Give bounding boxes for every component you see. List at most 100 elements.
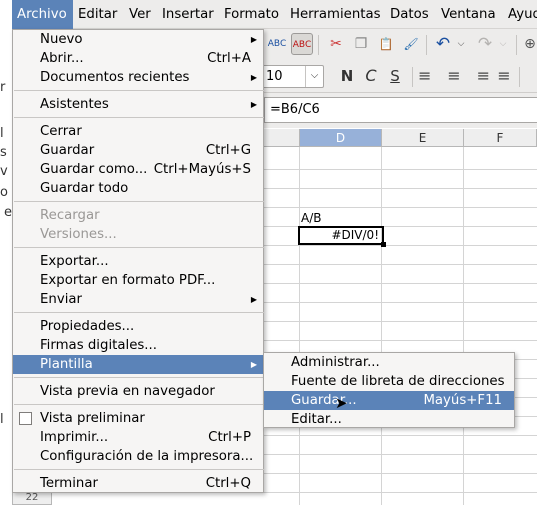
- submenu-item-guardar[interactable]: Guardar... Mayús+F11: [264, 391, 514, 410]
- shortcut-label: Ctrl+Q: [205, 476, 251, 491]
- undo-dropdown-icon[interactable]: ⌵: [455, 33, 467, 55]
- partial-text: s: [0, 145, 7, 160]
- partial-text: l: [0, 126, 4, 141]
- fill-handle[interactable]: [381, 242, 386, 247]
- menu-item-guardar[interactable]: Guardar Ctrl+G: [13, 141, 263, 160]
- submenu-item-editar[interactable]: Editar...: [264, 410, 514, 429]
- menu-item-abrir[interactable]: Abrir... Ctrl+A: [13, 49, 263, 68]
- toolbar-separator: [412, 67, 413, 87]
- undo-icon[interactable]: ↶: [432, 33, 454, 55]
- menu-item-label: Vista previa en navegador: [40, 384, 215, 399]
- spellcheck-icon[interactable]: ABC: [266, 33, 288, 55]
- menu-herramientas[interactable]: Herramientas: [284, 0, 387, 29]
- copy-icon[interactable]: ❐: [350, 33, 372, 55]
- autospellcheck-icon[interactable]: ABC: [291, 33, 313, 55]
- menu-item-asistentes[interactable]: Asistentes ▶: [13, 95, 263, 114]
- menu-insertar[interactable]: Insertar: [156, 0, 220, 29]
- submenu-item-fuente-libreta[interactable]: Fuente de libreta de direcciones: [264, 372, 514, 391]
- menu-ver[interactable]: Ver: [123, 0, 157, 29]
- toolbar-separator: [426, 35, 427, 55]
- menu-item-plantilla[interactable]: Plantilla ▶: [13, 355, 263, 374]
- submenu-arrow-icon: ▶: [250, 73, 257, 82]
- column-header-e[interactable]: E: [382, 129, 464, 147]
- menu-item-guardar-todo[interactable]: Guardar todo: [13, 179, 263, 198]
- menu-separator: [14, 201, 264, 202]
- menu-separator: [14, 247, 264, 248]
- menu-item-documentos-recientes[interactable]: Documentos recientes ▶: [13, 68, 263, 87]
- menu-item-label: Guardar: [40, 143, 95, 158]
- clone-formatting-icon[interactable]: 🖌: [400, 33, 422, 55]
- menu-item-label: Configuración de la impresora...: [40, 449, 254, 464]
- menu-item-enviar[interactable]: Enviar ▶: [13, 290, 263, 309]
- align-left-icon[interactable]: ≡: [418, 65, 440, 87]
- menu-item-terminar[interactable]: Terminar Ctrl+Q: [13, 474, 263, 493]
- grid-line: [264, 207, 537, 208]
- grid-line: [299, 147, 300, 505]
- shortcut-label: Mayús+F11: [423, 393, 502, 408]
- grid-line: [264, 283, 537, 284]
- menu-separator: [14, 117, 264, 118]
- menu-item-vista-previa-navegador[interactable]: Vista previa en navegador: [13, 382, 263, 401]
- align-right-icon[interactable]: ≡: [468, 65, 490, 87]
- checkbox-icon[interactable]: [19, 412, 32, 425]
- menu-item-imprimir[interactable]: Imprimir... Ctrl+P: [13, 428, 263, 447]
- menu-item-cerrar[interactable]: Cerrar: [13, 122, 263, 141]
- cell-d5[interactable]: A/B: [301, 211, 321, 225]
- cell-d6-selected[interactable]: #DIV/0!: [298, 226, 386, 247]
- underline-icon[interactable]: S: [384, 65, 406, 87]
- font-size-value: 10: [266, 69, 283, 84]
- submenu-item-administrar[interactable]: Administrar...: [264, 353, 514, 372]
- menu-item-label: Enviar: [40, 292, 83, 307]
- row-header-22[interactable]: 22: [12, 491, 52, 505]
- menu-archivo[interactable]: Archivo: [11, 0, 73, 29]
- grid-line: [381, 147, 382, 505]
- submenu-arrow-icon: ▶: [250, 35, 257, 44]
- menu-item-guardar-como[interactable]: Guardar como... Ctrl+Mayús+S: [13, 160, 263, 179]
- menu-datos[interactable]: Datos: [384, 0, 435, 29]
- menu-item-label: Recargar: [40, 208, 100, 223]
- menu-ayuda[interactable]: Ayuda: [502, 0, 537, 29]
- menu-item-exportar-pdf[interactable]: Exportar en formato PDF...: [13, 271, 263, 290]
- menu-item-vista-preliminar[interactable]: Vista preliminar: [13, 409, 263, 428]
- menu-separator: [14, 312, 264, 313]
- menu-item-propiedades[interactable]: Propiedades...: [13, 317, 263, 336]
- more-icon[interactable]: ⊕: [523, 33, 537, 55]
- menu-item-label: Firmas digitales...: [40, 338, 157, 353]
- toolbar-separator: [519, 67, 520, 87]
- menu-item-label: Nuevo: [40, 32, 83, 47]
- menu-item-nuevo[interactable]: Nuevo ▶: [13, 30, 263, 49]
- align-center-icon[interactable]: ≡: [443, 65, 465, 87]
- menu-separator: [14, 404, 264, 405]
- column-header-d[interactable]: D: [300, 129, 382, 147]
- font-size-box[interactable]: 10 ⌵: [258, 65, 324, 88]
- partial-text: l: [0, 412, 4, 427]
- justify-icon[interactable]: ≡: [493, 65, 515, 87]
- italic-icon[interactable]: C: [360, 65, 382, 87]
- menu-item-exportar[interactable]: Exportar...: [13, 252, 263, 271]
- mouse-pointer-icon: ➤: [335, 394, 348, 412]
- grid-line: [264, 169, 537, 170]
- submenu-arrow-icon: ▶: [250, 100, 257, 109]
- menu-separator: [14, 377, 264, 378]
- redo-icon[interactable]: ↷: [474, 33, 496, 55]
- column-header-c[interactable]: [264, 129, 300, 147]
- menu-item-versiones: Versiones...: [13, 225, 263, 244]
- column-header-f[interactable]: F: [464, 129, 537, 147]
- paste-icon[interactable]: 📋: [375, 33, 397, 55]
- menu-editar[interactable]: Editar: [72, 0, 123, 29]
- menu-ventana[interactable]: Ventana: [435, 0, 502, 29]
- redo-dropdown-icon[interactable]: ⌵: [497, 33, 509, 55]
- cut-icon[interactable]: ✂: [325, 33, 347, 55]
- menu-item-firmas-digitales[interactable]: Firmas digitales...: [13, 336, 263, 355]
- grid-line: [264, 245, 537, 246]
- chevron-down-icon[interactable]: ⌵: [305, 66, 323, 87]
- menu-formato[interactable]: Formato: [218, 0, 285, 29]
- menu-item-label: Imprimir...: [40, 430, 109, 445]
- grid-line: [264, 264, 537, 265]
- menu-item-label: Propiedades...: [40, 319, 135, 334]
- toolbar-separator: [318, 35, 319, 55]
- formula-input[interactable]: =B6/C6: [264, 97, 537, 123]
- partial-text: v: [0, 164, 8, 179]
- menu-item-configuracion-impresora[interactable]: Configuración de la impresora...: [13, 447, 263, 466]
- bold-icon[interactable]: N: [336, 65, 358, 87]
